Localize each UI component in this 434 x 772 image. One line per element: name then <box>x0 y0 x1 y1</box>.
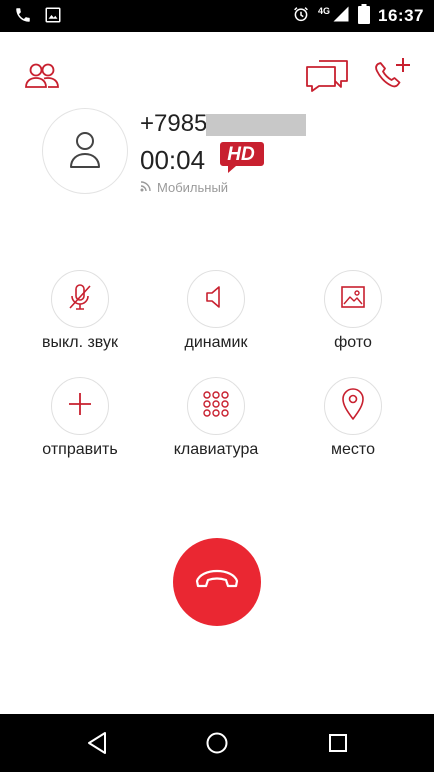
navigation-bar <box>0 714 434 772</box>
photo-label: фото <box>334 334 372 351</box>
home-icon[interactable] <box>204 730 230 756</box>
wireless-icon <box>140 180 152 195</box>
call-duration: 00:04 <box>140 145 206 175</box>
alarm-icon <box>292 5 310 28</box>
photo-icon <box>339 284 367 315</box>
signal-icon <box>332 5 350 28</box>
network-type: Мобильный <box>157 180 229 195</box>
location-label: место <box>331 441 375 458</box>
speaker-icon <box>203 284 229 315</box>
location-pin-icon <box>340 387 366 426</box>
send-button[interactable]: отправить <box>20 377 140 459</box>
plus-icon <box>66 390 94 423</box>
recents-icon[interactable] <box>325 730 351 756</box>
hang-up-icon <box>193 567 241 598</box>
status-bar: 4G 16:37 <box>0 0 434 32</box>
clock: 16:37 <box>378 6 424 25</box>
mic-off-icon <box>66 282 94 317</box>
hd-badge: HD <box>220 140 266 179</box>
speaker-button[interactable]: динамик <box>156 270 276 352</box>
phone-call-status-icon <box>14 6 32 29</box>
speaker-label: динамик <box>184 334 248 351</box>
phone-number: +7985 <box>140 110 208 137</box>
send-label: отправить <box>42 441 118 458</box>
keypad-button[interactable]: клавиатура <box>156 377 276 459</box>
keypad-label: клавиатура <box>173 441 259 458</box>
add-call-icon[interactable] <box>372 56 412 97</box>
person-icon <box>67 129 103 174</box>
mute-button[interactable]: выкл. звук <box>20 270 140 352</box>
chat-icon[interactable] <box>305 56 351 97</box>
contacts-icon[interactable] <box>24 60 60 95</box>
contact-avatar <box>42 108 128 194</box>
battery-icon <box>358 3 371 29</box>
redacted-number-mask <box>206 114 306 136</box>
mute-label: выкл. звук <box>42 334 118 351</box>
network-info: Мобильный <box>140 180 228 195</box>
hd-label: HD <box>227 144 255 165</box>
keypad-icon <box>201 389 231 424</box>
end-call-button[interactable] <box>173 538 261 626</box>
photo-button[interactable]: фото <box>293 270 413 352</box>
location-button[interactable]: место <box>293 377 413 459</box>
image-notification-icon <box>44 6 62 29</box>
back-icon[interactable] <box>84 730 110 756</box>
network-type-label: 4G <box>318 6 331 16</box>
